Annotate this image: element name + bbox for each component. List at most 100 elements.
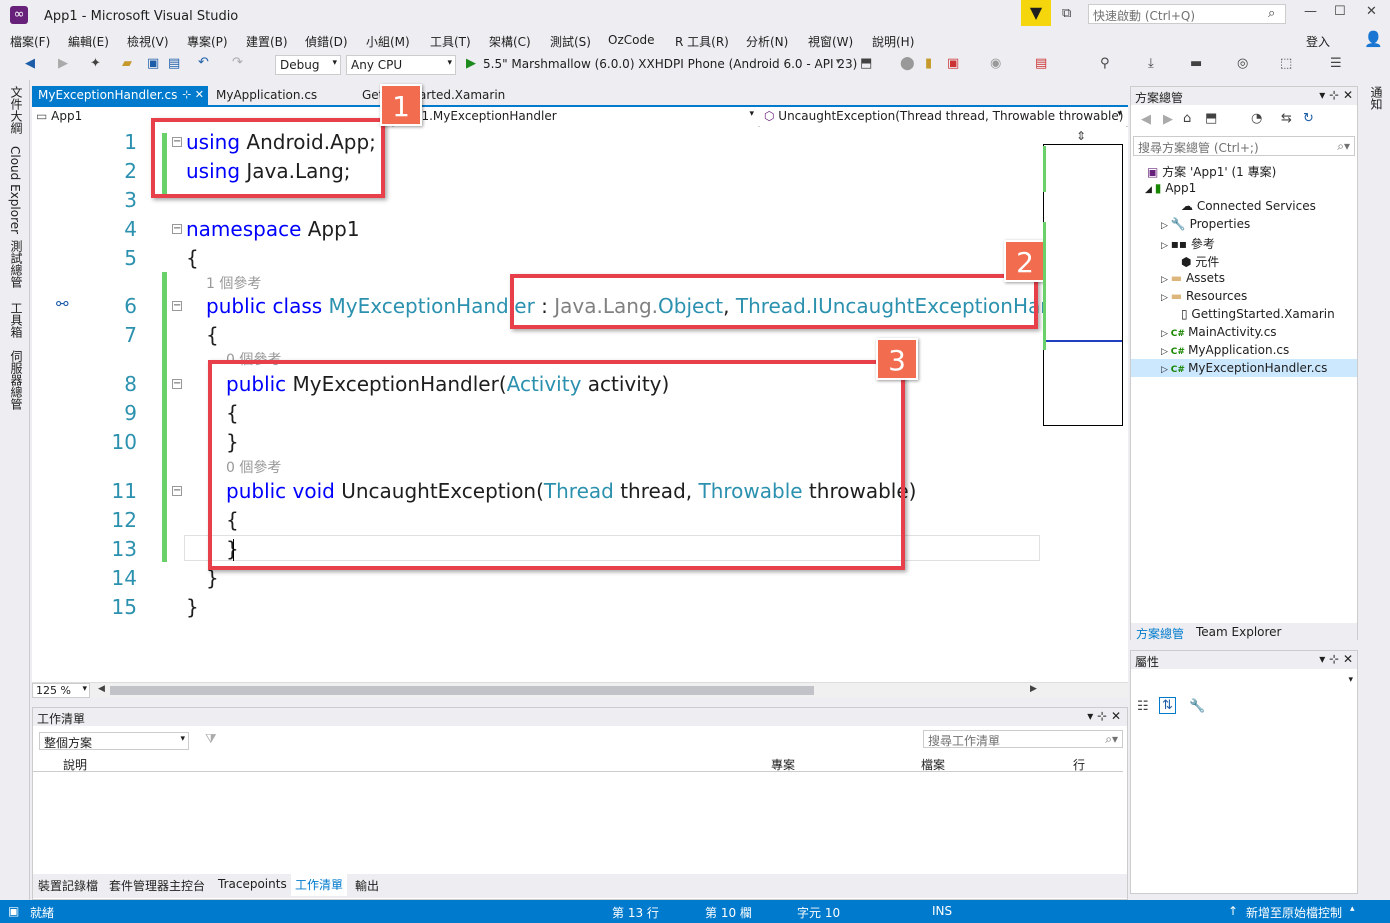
tab-task-list[interactable]: 工作清單 bbox=[291, 873, 348, 896]
zoom-select[interactable]: 125 % ▾ bbox=[32, 683, 90, 698]
sync-icon[interactable]: ⇆ bbox=[1281, 111, 1292, 126]
clear-filter-icon[interactable]: ⧩ bbox=[205, 732, 217, 747]
terminal-icon[interactable]: ▬ bbox=[1190, 56, 1202, 71]
tree-item-mainactivity[interactable]: ▷ C# MainActivity.cs bbox=[1161, 325, 1277, 339]
scroll-right-icon[interactable]: ▶ bbox=[1030, 684, 1037, 694]
menu-file[interactable]: 檔案(F) bbox=[10, 33, 50, 50]
notification-flag-icon[interactable]: ▼ bbox=[1021, 0, 1051, 26]
toolbar-tools-icon-4[interactable]: ▤ bbox=[1035, 56, 1047, 71]
menu-team[interactable]: 小組(M) bbox=[366, 33, 410, 50]
column-project[interactable]: 專案 bbox=[771, 756, 795, 773]
rail-tab-server-explorer[interactable]: 伺服器總管 bbox=[8, 350, 25, 410]
rail-tab-document-outline[interactable]: 文件大綱 bbox=[8, 86, 25, 134]
column-line[interactable]: 行 bbox=[1073, 756, 1085, 773]
new-project-icon[interactable]: ✦ bbox=[90, 56, 101, 71]
source-control-arrow-icon[interactable]: ▴ bbox=[1350, 904, 1355, 914]
toolbar-tools-icon-3[interactable]: ▣ bbox=[947, 56, 959, 71]
save-all-icon[interactable]: ▤ bbox=[168, 56, 180, 71]
menu-debug[interactable]: 偵錯(D) bbox=[305, 33, 348, 50]
tab-pin-close-icon[interactable]: ⊹ ✕ bbox=[182, 88, 204, 101]
menu-build[interactable]: 建置(B) bbox=[246, 33, 288, 50]
refresh-icon[interactable]: ↻ bbox=[1303, 111, 1314, 126]
collapse-toggle[interactable]: − bbox=[172, 224, 182, 234]
panel-controls-icon[interactable]: ▾ ⊹ ✕ bbox=[1087, 709, 1121, 723]
split-window-icon[interactable]: ⇕ bbox=[1076, 129, 1086, 143]
tab-tracepoints[interactable]: Tracepoints bbox=[218, 877, 287, 891]
platform-select[interactable]: Any CPU ▾ bbox=[346, 55, 456, 75]
scroll-left-icon[interactable]: ◀ bbox=[98, 684, 105, 694]
home-icon[interactable]: ⌂ bbox=[1183, 111, 1191, 126]
quick-launch-input[interactable]: 快速啟動 (Ctrl+Q) bbox=[1088, 4, 1286, 24]
toolbar-tools-icon-9[interactable]: ☰ bbox=[1330, 56, 1342, 71]
switch-views-icon[interactable]: ⬒ bbox=[1205, 111, 1217, 126]
toolbar-tools-icon-1[interactable]: ⬒ bbox=[860, 56, 872, 71]
menu-edit[interactable]: 編輯(E) bbox=[68, 33, 109, 50]
pending-changes-icon[interactable]: ◔ bbox=[1251, 111, 1262, 126]
rail-tab-notifications[interactable]: 通知 bbox=[1368, 86, 1385, 110]
collapse-toggle[interactable]: − bbox=[172, 486, 182, 496]
signin-link[interactable]: 登入 bbox=[1306, 33, 1330, 50]
tree-item-project[interactable]: ◢ ▮ App1 bbox=[1145, 181, 1196, 195]
rail-tab-cloud-explorer[interactable]: Cloud Explorer bbox=[8, 146, 22, 234]
property-pages-icon[interactable]: 🔧 bbox=[1189, 699, 1205, 714]
tab-team-explorer[interactable]: Team Explorer bbox=[1196, 625, 1282, 639]
menu-analyze[interactable]: 分析(N) bbox=[746, 33, 788, 50]
menu-test[interactable]: 測試(S) bbox=[550, 33, 591, 50]
horizontal-scroll-thumb[interactable] bbox=[110, 686, 814, 695]
forward-icon[interactable]: ▶ bbox=[58, 56, 68, 71]
menu-project[interactable]: 專案(P) bbox=[187, 33, 228, 50]
play-icon[interactable]: ▶ bbox=[466, 56, 476, 71]
rail-tab-toolbox[interactable]: 工具箱 bbox=[8, 302, 25, 338]
add-to-source-control-button[interactable]: 新增至原始檔控制 bbox=[1246, 904, 1342, 921]
tree-item-references[interactable]: ▷ ▪▪ 參考 bbox=[1161, 235, 1215, 252]
config-select[interactable]: Debug ▾ bbox=[275, 55, 341, 75]
tree-item-resources[interactable]: ▷ ▬ Resources bbox=[1161, 289, 1247, 303]
menu-architecture[interactable]: 架構(C) bbox=[489, 33, 531, 50]
tab-myapplication[interactable]: MyApplication.cs bbox=[210, 86, 323, 105]
panel-controls-icon[interactable]: ▾ ⊹ ✕ bbox=[1319, 88, 1353, 102]
toolbar-tools-icon-5[interactable]: ⚲ bbox=[1100, 56, 1110, 71]
tab-output[interactable]: 輸出 bbox=[355, 877, 379, 894]
menu-tools[interactable]: 工具(T) bbox=[430, 33, 471, 50]
scrollbar-minimap[interactable] bbox=[1043, 144, 1123, 426]
run-target-button[interactable]: 5.5" Marshmallow (6.0.0) XXHDPI Phone (A… bbox=[483, 57, 857, 71]
feedback-icon[interactable]: ⧉ bbox=[1062, 6, 1071, 21]
tree-item-assets[interactable]: ▷ ▬ Assets bbox=[1161, 271, 1225, 285]
forward-icon[interactable]: ▶ bbox=[1163, 112, 1173, 127]
close-button[interactable]: ✕ bbox=[1366, 4, 1377, 19]
tree-item-solution[interactable]: ▣ 方案 'App1' (1 專案) bbox=[1147, 163, 1276, 180]
class-dropdown[interactable]: App1.MyExceptionHandler ▾ bbox=[394, 107, 758, 127]
tab-package-manager-console[interactable]: 套件管理器主控台 bbox=[109, 877, 205, 894]
categorized-icon[interactable]: ☷ bbox=[1137, 699, 1149, 714]
back-icon[interactable]: ◀ bbox=[25, 56, 35, 71]
panel-controls-icon[interactable]: ▾ ⊹ ✕ bbox=[1319, 652, 1353, 666]
undo-icon[interactable]: ↶ bbox=[198, 55, 209, 70]
maximize-button[interactable]: ☐ bbox=[1334, 4, 1346, 19]
column-file[interactable]: 檔案 bbox=[921, 756, 945, 773]
task-scope-select[interactable]: 整個方案 ▾ bbox=[39, 732, 189, 750]
alphabetical-icon[interactable]: ⇅ bbox=[1159, 697, 1176, 714]
bookmark-icon[interactable]: ▮ bbox=[925, 56, 932, 71]
back-icon[interactable]: ◀ bbox=[1141, 112, 1151, 127]
code-editor[interactable]: ⚯ − − − − − 1 2 3 4 5 6 7 8 9 10 11 12 1… bbox=[32, 84, 1128, 682]
tree-item-components[interactable]: ⬢ 元件 bbox=[1181, 253, 1219, 270]
menu-r-tools[interactable]: R 工具(R) bbox=[675, 33, 729, 50]
camera-icon[interactable]: ◉ bbox=[990, 56, 1001, 71]
column-description[interactable]: 說明 bbox=[63, 756, 87, 773]
tree-item-gettingstarted[interactable]: ▯ GettingStarted.Xamarin bbox=[1181, 307, 1335, 321]
menu-view[interactable]: 檢視(V) bbox=[127, 33, 169, 50]
tree-item-properties[interactable]: ▷ 🔧 Properties bbox=[1161, 217, 1250, 231]
tab-myexceptionhandler[interactable]: MyExceptionHandler.cs ⊹ ✕ bbox=[32, 86, 208, 105]
redo-icon[interactable]: ↷ bbox=[232, 55, 243, 70]
collapse-toggle[interactable]: − bbox=[172, 379, 182, 389]
toolbar-tools-icon-7[interactable]: ◎ bbox=[1237, 56, 1248, 71]
run-dropdown-icon[interactable]: ▾ bbox=[836, 57, 841, 67]
tab-device-log[interactable]: 裝置記錄檔 bbox=[38, 877, 98, 894]
tree-item-myapplication[interactable]: ▷ C# MyApplication.cs bbox=[1161, 343, 1289, 357]
minimize-button[interactable]: — bbox=[1304, 4, 1317, 19]
properties-object-select[interactable]: ▾ bbox=[1131, 673, 1357, 691]
toolbar-tools-icon-8[interactable]: ⬚ bbox=[1280, 56, 1292, 71]
solution-search-input[interactable]: 搜尋方案總管 (Ctrl+;) ⌕▾ bbox=[1133, 136, 1355, 156]
menu-window[interactable]: 視窗(W) bbox=[808, 33, 853, 50]
toolbar-tools-icon-6[interactable]: ⤓ bbox=[1148, 56, 1154, 71]
